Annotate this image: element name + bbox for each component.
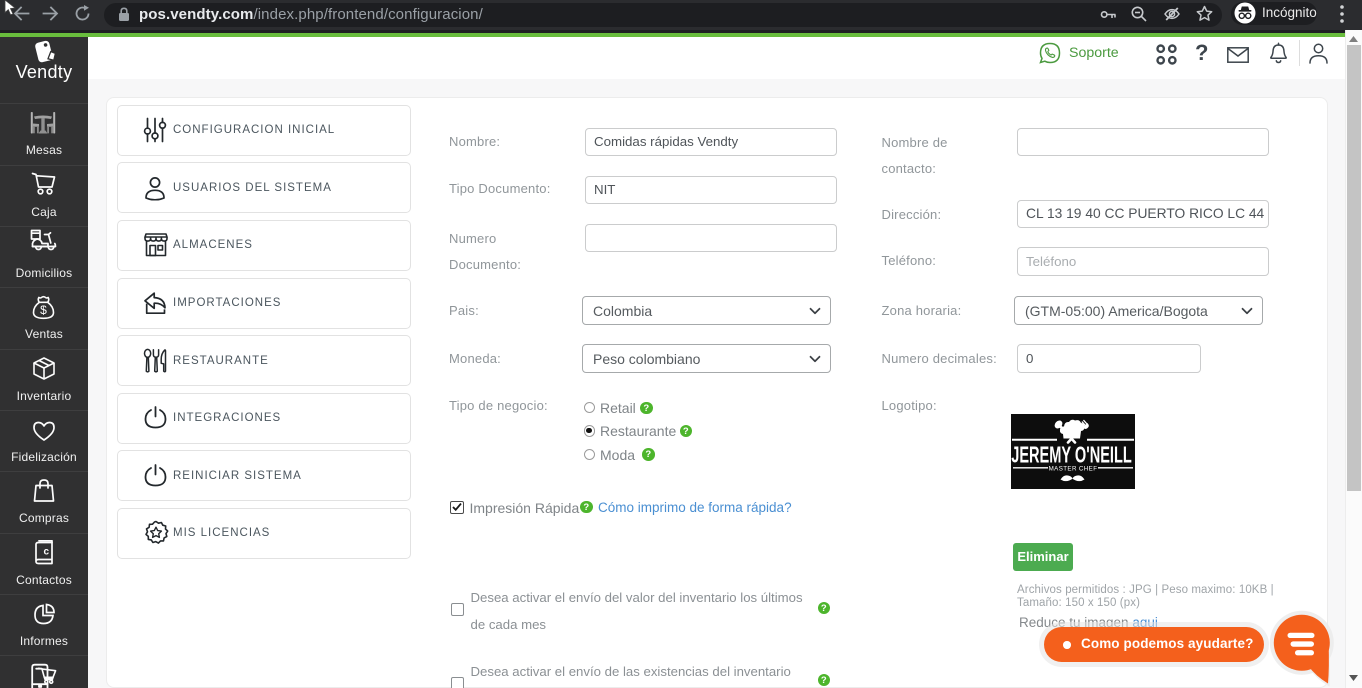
svg-text:$: $ — [40, 303, 47, 317]
svg-text:c: c — [44, 546, 50, 557]
svg-text:MASTER CHEF: MASTER CHEF — [1049, 465, 1098, 472]
